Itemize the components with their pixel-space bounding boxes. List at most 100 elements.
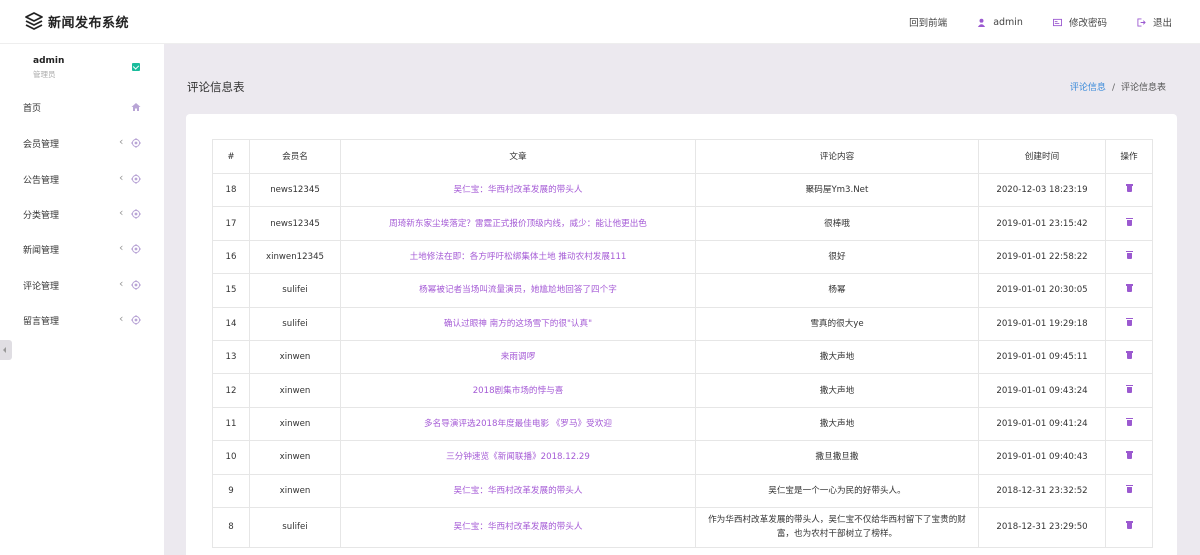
article-link[interactable]: 三分钟速览《新闻联播》2018.12.29 — [446, 452, 590, 462]
sidebar-item-news[interactable]: 新闻管理 ‹ — [0, 232, 164, 268]
trash-icon[interactable] — [1125, 521, 1133, 530]
back-to-frontend-link[interactable]: 回到前端 — [909, 15, 947, 29]
column-header-member: 会员名 — [249, 139, 341, 174]
chevron-left-icon: ‹ — [119, 312, 124, 325]
article-link[interactable]: 确认过眼神 南方的这场雪下的很"认真" — [444, 319, 592, 329]
sidebar: admin 管理员 首页 会员管理 ‹ 公告管理 ‹ 分类管理 ‹ 新闻管理 ‹… — [0, 44, 164, 555]
user-icon — [978, 18, 986, 27]
trash-icon[interactable] — [1125, 317, 1133, 326]
row-comment: 撒大声地 — [695, 339, 979, 375]
trash-icon[interactable] — [1125, 217, 1133, 226]
row-user: news12345 — [249, 172, 341, 208]
trash-icon[interactable] — [1125, 484, 1133, 493]
target-icon — [131, 280, 141, 290]
row-actions — [1105, 406, 1153, 442]
row-actions — [1105, 339, 1153, 375]
row-actions — [1105, 239, 1153, 275]
article-link[interactable]: 杨幂被记者当场叫流量演员，她尴尬地回答了四个字 — [419, 285, 617, 295]
row-actions — [1105, 273, 1153, 308]
row-time: 2019-01-01 09:40:43 — [978, 440, 1106, 475]
app-title: 新闻发布系统 — [48, 15, 130, 31]
logout-link[interactable]: 退出 — [1137, 15, 1172, 29]
column-header-index: # — [212, 139, 250, 174]
row-comment: 吴仁宝是一个一心为民的好带头人。 — [695, 473, 979, 508]
row-time: 2020-12-03 18:23:19 — [978, 172, 1106, 208]
row-actions — [1105, 306, 1153, 341]
sidebar-item-comments[interactable]: 评论管理 ‹ — [0, 268, 164, 304]
trash-icon[interactable] — [1125, 351, 1133, 360]
column-header-comment: 评论内容 — [695, 139, 979, 174]
row-article-cell: 土地修法在即：各方呼吁松绑集体土地 推动农村发展111 — [340, 239, 696, 275]
article-link[interactable]: 来雨调啰 — [501, 352, 535, 362]
home-icon — [131, 103, 141, 111]
row-comment: 作为华西村改革发展的带头人，吴仁宝不仅给华西村留下了宝贵的财富，也为农村干部树立… — [695, 506, 979, 548]
breadcrumb-separator: / — [1111, 83, 1115, 93]
row-id: 8 — [212, 506, 250, 548]
comments-card: # 会员名 文章 评论内容 创建时间 操作 18 news12345 吴仁宝：华… — [186, 114, 1177, 555]
row-article-cell: 2018剧集市场的悖与喜 — [340, 373, 696, 408]
sidebar-item-label: 留言管理 — [23, 317, 60, 327]
back-to-frontend-label: 回到前端 — [909, 18, 948, 29]
top-nav: 回到前端 admin 修改密码 退出 — [879, 0, 1172, 44]
table-header-row: # 会员名 文章 评论内容 创建时间 操作 — [212, 139, 1153, 174]
column-header-article: 文章 — [340, 139, 696, 174]
sidebar-item-categories[interactable]: 分类管理 ‹ — [0, 197, 164, 233]
row-article-cell: 来雨调啰 — [340, 339, 696, 375]
sidebar-item-home[interactable]: 首页 — [0, 90, 164, 126]
trash-icon[interactable] — [1125, 384, 1133, 393]
trash-icon[interactable] — [1125, 250, 1133, 259]
row-time: 2019-01-01 09:41:24 — [978, 406, 1106, 442]
chevron-left-icon: ‹ — [119, 206, 124, 219]
page-header: 评论信息表 评论信息 / 评论信息表 — [164, 44, 1200, 114]
article-link[interactable]: 周琦新东家尘埃落定？雷霆正式报价顶级内线，威少：能让他更出色 — [389, 219, 647, 229]
article-link[interactable]: 吴仁宝：华西村改革发展的带头人 — [454, 522, 583, 532]
trash-icon[interactable] — [1125, 417, 1133, 426]
page-title: 评论信息表 — [187, 80, 245, 94]
article-link[interactable]: 多名导演评选2018年度最佳电影 《罗马》受欢迎 — [424, 419, 612, 429]
sidebar-item-messages[interactable]: 留言管理 ‹ — [0, 303, 164, 339]
row-user: sulifei — [249, 506, 341, 548]
sidebar-item-notices[interactable]: 公告管理 ‹ — [0, 162, 164, 198]
target-icon — [131, 209, 141, 219]
row-comment: 很棒哦 — [695, 206, 979, 241]
profile-role: 管理员 — [33, 70, 56, 79]
row-user: xinwen — [249, 473, 341, 508]
article-link[interactable]: 吴仁宝：华西村改革发展的带头人 — [454, 486, 583, 496]
row-id: 13 — [212, 339, 250, 375]
user-menu[interactable]: admin — [977, 17, 1023, 28]
chevron-left-icon: ‹ — [119, 277, 124, 290]
table-row: 9 xinwen 吴仁宝：华西村改革发展的带头人 吴仁宝是一个一心为民的好带头人… — [212, 473, 1153, 508]
article-link[interactable]: 土地修法在即：各方呼吁松绑集体土地 推动农村发展111 — [410, 252, 627, 262]
row-time: 2019-01-01 20:30:05 — [978, 273, 1106, 308]
row-actions — [1105, 440, 1153, 475]
article-link[interactable]: 吴仁宝：华西村改革发展的带头人 — [454, 185, 583, 195]
row-comment: 撒旦撒旦撒 — [695, 440, 979, 475]
row-actions — [1105, 206, 1153, 241]
row-actions — [1105, 373, 1153, 408]
profile-name: admin — [33, 56, 65, 66]
table-row: 10 xinwen 三分钟速览《新闻联播》2018.12.29 撒旦撒旦撒 20… — [212, 440, 1153, 475]
change-password-label: 修改密码 — [1068, 18, 1107, 29]
sidebar-item-label: 新闻管理 — [23, 246, 60, 256]
chevron-left-icon: ‹ — [119, 171, 124, 184]
sidebar-item-label: 会员管理 — [23, 140, 60, 150]
row-article-cell: 吴仁宝：华西村改革发展的带头人 — [340, 172, 696, 208]
row-article-cell: 周琦新东家尘埃落定？雷霆正式报价顶级内线，威少：能让他更出色 — [340, 206, 696, 241]
row-user: sulifei — [249, 273, 341, 308]
change-password-link[interactable]: 修改密码 — [1052, 15, 1107, 29]
row-article-cell: 吴仁宝：华西村改革发展的带头人 — [340, 506, 696, 548]
brand[interactable]: 新闻发布系统 — [24, 11, 129, 31]
breadcrumb-parent-link[interactable]: 评论信息 — [1070, 83, 1106, 93]
row-comment: 杨幂 — [695, 273, 979, 308]
row-time: 2019-01-01 09:45:11 — [978, 339, 1106, 375]
trash-icon[interactable] — [1125, 451, 1133, 460]
sidebar-collapse-toggle[interactable] — [0, 340, 12, 360]
trash-icon[interactable] — [1125, 284, 1133, 293]
row-id: 14 — [212, 306, 250, 341]
trash-icon[interactable] — [1125, 184, 1133, 193]
sidebar-item-members[interactable]: 会员管理 ‹ — [0, 126, 164, 162]
article-link[interactable]: 2018剧集市场的悖与喜 — [473, 386, 564, 396]
row-time: 2019-01-01 23:15:42 — [978, 206, 1106, 241]
row-user: xinwen — [249, 373, 341, 408]
row-comment: 聚码屋Ym3.Net — [695, 172, 979, 208]
